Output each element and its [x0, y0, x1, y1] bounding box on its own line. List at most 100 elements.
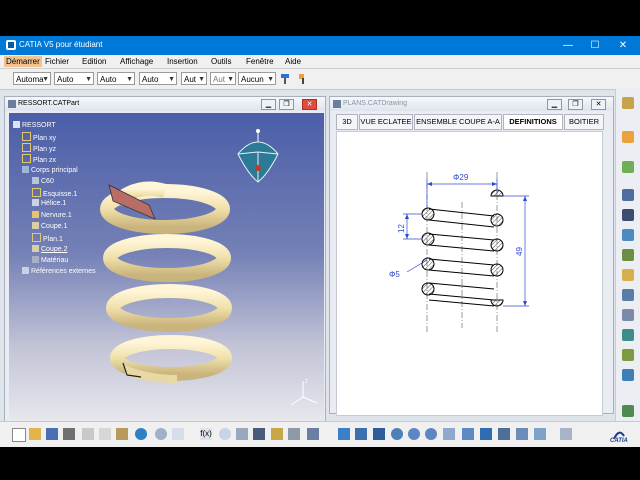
dress-up-icon[interactable]	[622, 329, 634, 341]
grid-icon[interactable]	[253, 428, 265, 440]
none-combo[interactable]: Aucun ▼	[238, 72, 276, 85]
comment-icon[interactable]	[219, 428, 231, 440]
layer-combo[interactable]: Aut ▼	[210, 72, 236, 85]
drawing-window-titlebar: PLANS.CATDrawing ▁ ❐ ✕	[330, 97, 613, 111]
detail-view-icon[interactable]	[622, 229, 634, 241]
tree-node-plane-yz[interactable]: Plan yz	[22, 143, 56, 153]
tab-vue-eclatee[interactable]: VUE ECLATEE	[359, 114, 413, 130]
menu-fichier[interactable]: Fichier	[45, 57, 69, 66]
color-combo[interactable]: Automa ▼	[13, 72, 51, 85]
transparency-combo[interactable]: Auto ▼	[54, 72, 94, 85]
drawing-minimize-button[interactable]: ▁	[547, 99, 562, 110]
section-view-icon[interactable]	[622, 209, 634, 221]
menu-aide[interactable]: Aide	[285, 57, 301, 66]
fly-mode-icon[interactable]	[338, 428, 350, 440]
tree-node-sketch[interactable]: Esquisse.1	[32, 188, 77, 198]
tree-node-plane-zx[interactable]: Plan zx	[22, 154, 56, 164]
compass-icon[interactable]	[234, 128, 282, 188]
part-window-title: RESSORT.CATPart	[18, 100, 80, 107]
drawing-sheet[interactable]: Φ29 12 49 Φ5	[336, 131, 603, 416]
tree-node-c60[interactable]: C60	[32, 177, 54, 185]
cut-icon[interactable]	[82, 428, 94, 440]
render-style-icon[interactable]	[498, 428, 510, 440]
copy-icon[interactable]	[99, 428, 111, 440]
part-close-button[interactable]: ✕	[302, 99, 317, 110]
save-icon[interactable]	[46, 428, 58, 440]
part-restore-button[interactable]: ❐	[279, 99, 294, 110]
hide-show-icon[interactable]	[516, 428, 528, 440]
tab-boitier[interactable]: BOITIER	[564, 114, 604, 130]
minimize-button[interactable]: —	[557, 36, 579, 55]
break-view-icon[interactable]	[622, 269, 634, 281]
annotation-icon[interactable]	[622, 309, 634, 321]
geometry-icon[interactable]	[622, 349, 634, 361]
tree-node-cut1[interactable]: Coupe.1	[32, 222, 67, 230]
menu-edition[interactable]: Edition	[82, 57, 106, 66]
maximize-button[interactable]: ☐	[584, 36, 606, 55]
table-icon[interactable]	[622, 369, 634, 381]
rotate-icon[interactable]	[391, 428, 403, 440]
normal-view-icon[interactable]	[443, 428, 455, 440]
tab-definitions[interactable]: DEFINITIONS	[503, 114, 563, 130]
menu-insertion[interactable]: Insertion	[167, 57, 198, 66]
tab-3d[interactable]: 3D	[336, 114, 358, 130]
tree-node-external-refs[interactable]: Références externes	[22, 267, 96, 275]
linetype-combo[interactable]: Auto ▼	[139, 72, 177, 85]
clip-view-icon[interactable]	[622, 249, 634, 261]
plane-icon	[22, 154, 31, 163]
drawing-close-button[interactable]: ✕	[591, 99, 606, 110]
zoom-out-icon[interactable]	[425, 428, 437, 440]
knowledge-icon[interactable]	[236, 428, 248, 440]
menu-demarrer[interactable]: Démarrer	[4, 56, 42, 67]
iso-view-icon[interactable]	[480, 428, 492, 440]
paste-icon[interactable]	[116, 428, 128, 440]
swap-space-icon[interactable]	[534, 428, 546, 440]
sketch-edit-icon[interactable]	[622, 161, 634, 173]
open-icon[interactable]	[29, 428, 41, 440]
measure-icon[interactable]	[288, 428, 300, 440]
drawing-restore-button[interactable]: ❐	[568, 99, 583, 110]
part-window-titlebar: RESSORT.CATPart ▁ ❐ ✕	[5, 97, 325, 111]
3d-viewport[interactable]: z RESSORT Plan xy Plan yz Plan zx Corps …	[9, 113, 324, 423]
text-tool-icon[interactable]	[622, 405, 634, 417]
dim-wire: Φ5	[389, 270, 400, 279]
whats-this-icon[interactable]	[172, 428, 184, 440]
tab-ensemble-coupe[interactable]: ENSEMBLE COUPE A-A	[414, 114, 502, 130]
tree-node-cut2[interactable]: Coupe.2	[32, 245, 67, 253]
apply-material-icon[interactable]	[560, 428, 572, 440]
format-painter-icon[interactable]	[279, 72, 293, 86]
drawing-window: PLANS.CATDrawing ▁ ❐ ✕ 3D VUE ECLATEE EN…	[329, 96, 614, 416]
part-minimize-button[interactable]: ▁	[261, 99, 276, 110]
menu-outils[interactable]: Outils	[211, 57, 231, 66]
tree-node-plane-xy[interactable]: Plan xy	[22, 132, 56, 142]
menu-fenetre[interactable]: Fenêtre	[246, 57, 274, 66]
tree-node-root[interactable]: RESSORT	[13, 121, 56, 129]
fit-all-icon[interactable]	[355, 428, 367, 440]
tree-node-helix[interactable]: Hélice.1	[32, 199, 66, 207]
multi-view-icon[interactable]	[462, 428, 474, 440]
analysis-icon[interactable]	[307, 428, 319, 440]
new-icon[interactable]	[12, 428, 26, 442]
paint-brush-icon[interactable]	[296, 72, 310, 86]
undo-icon[interactable]	[135, 428, 147, 440]
point-combo[interactable]: Aut ▼	[181, 72, 207, 85]
zoom-in-icon[interactable]	[408, 428, 420, 440]
redo-icon[interactable]	[155, 428, 167, 440]
tree-node-rib[interactable]: Nervure.1	[32, 211, 72, 219]
linewidth-combo[interactable]: Auto ▼	[97, 72, 135, 85]
drawing-doc-icon	[333, 100, 341, 108]
select-arrow-icon[interactable]	[622, 131, 634, 143]
formula-icon[interactable]: f(x)	[200, 428, 212, 440]
dimension-icon[interactable]	[622, 289, 634, 301]
view-icon[interactable]	[622, 189, 634, 201]
bottom-toolbar: f(x) CATIA	[0, 421, 640, 447]
menu-affichage[interactable]: Affichage	[120, 57, 153, 66]
tree-node-plane1[interactable]: Plan.1	[32, 233, 63, 243]
pan-icon[interactable]	[373, 428, 385, 440]
print-icon[interactable]	[63, 428, 75, 440]
tree-node-body[interactable]: Corps principal	[22, 166, 78, 174]
tree-node-material[interactable]: Matériau	[32, 256, 68, 264]
close-button[interactable]: ✕	[612, 36, 634, 55]
catalog-icon[interactable]	[271, 428, 283, 440]
settings-icon[interactable]	[622, 97, 634, 109]
